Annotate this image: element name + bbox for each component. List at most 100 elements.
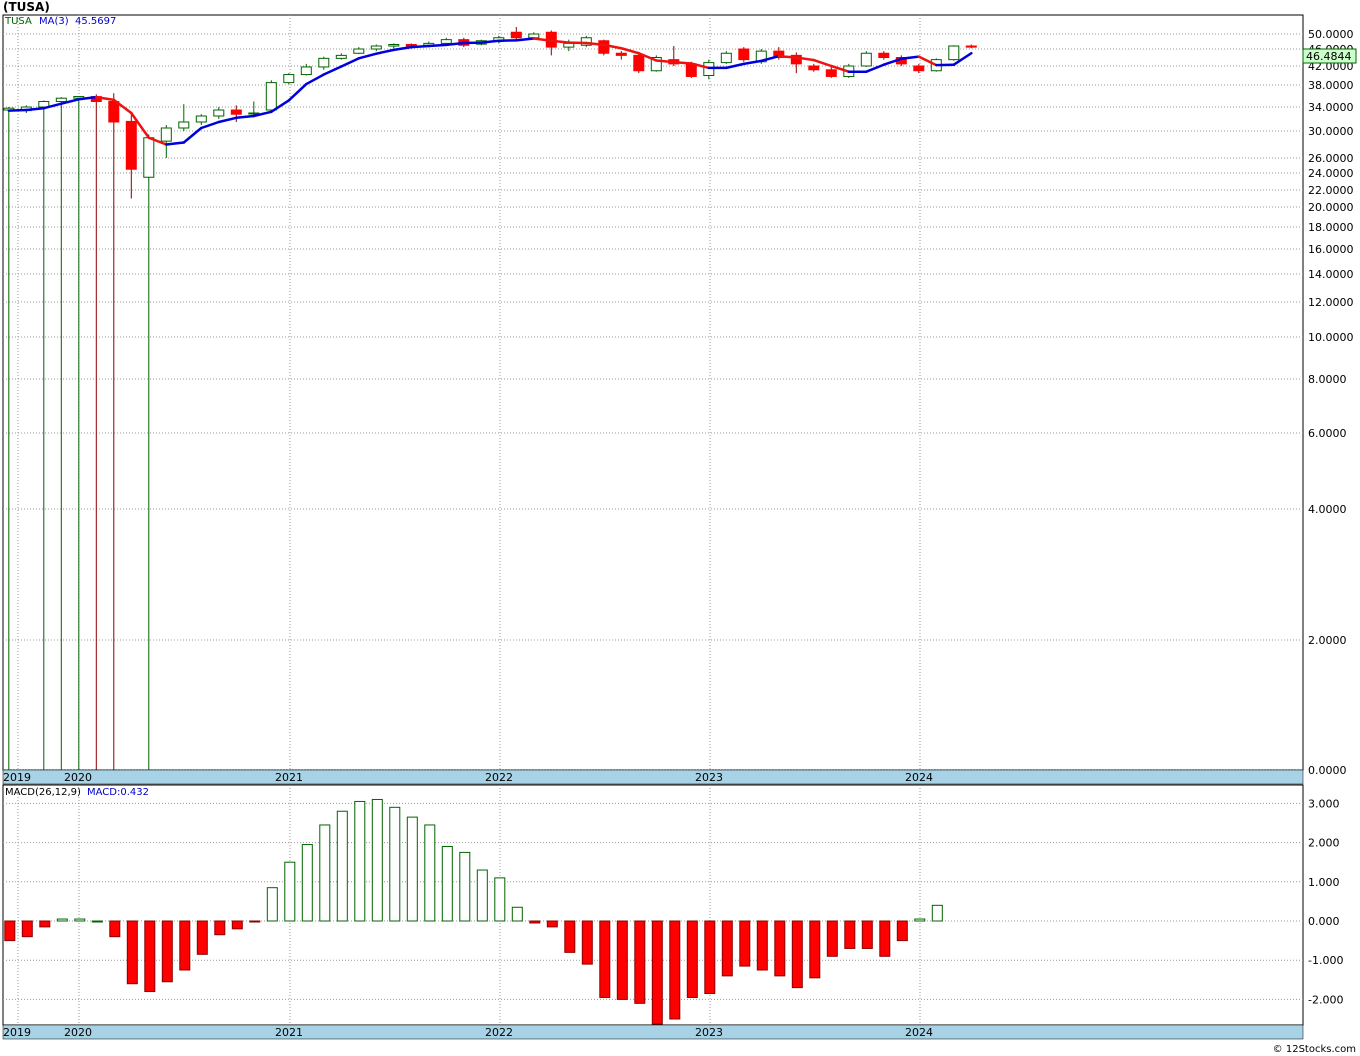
macd-y-tick-label: 1.000 bbox=[1308, 876, 1340, 889]
price-y-tick-label: 30.0000 bbox=[1308, 125, 1354, 138]
candle-body bbox=[125, 120, 137, 170]
macd-bar bbox=[389, 806, 401, 922]
macd-bar bbox=[564, 920, 576, 953]
price-y-tick-label: 26.0000 bbox=[1308, 152, 1354, 165]
last-price-label: 46.4844 bbox=[1306, 50, 1352, 63]
macd-bar bbox=[249, 920, 261, 923]
macd-bar bbox=[896, 920, 908, 942]
candle-body bbox=[108, 101, 120, 123]
macd-bar bbox=[756, 920, 768, 971]
candle-body bbox=[143, 137, 155, 178]
macd-bar bbox=[809, 920, 821, 979]
price-panel: 50.000046.000042.000038.000034.000030.00… bbox=[2, 14, 1357, 777]
chart-svg: 50.000046.000042.000038.000034.000030.00… bbox=[2, 14, 1357, 1040]
candle-body bbox=[965, 45, 977, 48]
macd-bar bbox=[914, 918, 926, 922]
macd-bar bbox=[21, 920, 33, 938]
candle-body bbox=[825, 69, 837, 77]
ma3-segment bbox=[655, 59, 676, 64]
macd-bar bbox=[336, 810, 348, 922]
price-y-tick-label: 14.0000 bbox=[1308, 268, 1354, 281]
macd-bar bbox=[4, 920, 16, 942]
ma3-segment bbox=[410, 44, 431, 49]
footer-credit: © 12Stocks.com bbox=[1272, 1044, 1356, 1055]
macd-x-tick-label: 2019 bbox=[3, 1026, 31, 1039]
price-x-tick-label: 2022 bbox=[485, 771, 513, 784]
macd-x-tick-label: 2023 bbox=[695, 1026, 723, 1039]
macd-bar bbox=[931, 904, 943, 922]
candle-body bbox=[510, 31, 522, 39]
macd-bar bbox=[74, 918, 86, 922]
price-y-tick-label: 4.0000 bbox=[1308, 503, 1347, 516]
candle-body bbox=[230, 109, 242, 115]
macd-bar bbox=[319, 824, 331, 922]
ma3-segment bbox=[7, 108, 28, 112]
candle-body bbox=[265, 82, 277, 111]
macd-bar bbox=[441, 846, 453, 922]
price-x-axis-band bbox=[2, 769, 1304, 785]
macd-bar bbox=[179, 920, 191, 971]
price-y-tick-label: 6.0000 bbox=[1308, 427, 1347, 440]
macd-x-tick-label: 2021 bbox=[275, 1026, 303, 1039]
macd-bar bbox=[529, 920, 541, 924]
macd-bar bbox=[704, 920, 716, 995]
price-y-ticks: 50.000046.000042.000038.000034.000030.00… bbox=[1308, 28, 1354, 777]
macd-x-axis-band bbox=[2, 1024, 1304, 1040]
macd-bar bbox=[494, 877, 506, 922]
price-y-tick-label: 18.0000 bbox=[1308, 221, 1354, 234]
macd-panel: 3.000 2.000 1.000 0.000 -1.000 -2.000 MACD(26… bbox=[2, 784, 1343, 1026]
candle-body bbox=[948, 45, 960, 61]
candle-body bbox=[335, 54, 347, 59]
candle-body bbox=[738, 48, 750, 61]
legend-ticker: TUSA bbox=[4, 16, 32, 27]
macd-bar bbox=[284, 861, 296, 922]
macd-bar bbox=[599, 920, 611, 998]
macd-bar bbox=[109, 920, 121, 938]
candle-body bbox=[195, 115, 207, 123]
macd-bar bbox=[616, 920, 628, 1000]
price-panel-frame bbox=[2, 14, 1304, 771]
candle-body bbox=[370, 45, 382, 50]
macd-bar bbox=[424, 824, 436, 922]
macd-bar bbox=[879, 920, 891, 957]
candle-body bbox=[178, 121, 190, 129]
macd-bar bbox=[669, 920, 681, 1020]
macd-y-tick-label: -1.000 bbox=[1308, 954, 1343, 967]
macd-bar bbox=[826, 920, 838, 957]
macd-bar bbox=[231, 920, 243, 930]
legend-ma-label: MA(3) bbox=[39, 16, 69, 27]
price-x-axis: 2019 2020 2021 2022 2023 2024 bbox=[2, 769, 1304, 785]
price-y-tick-label: 8.0000 bbox=[1308, 373, 1347, 386]
candle-body bbox=[598, 40, 610, 54]
ma3-segment bbox=[427, 43, 448, 48]
macd-bar bbox=[126, 920, 138, 985]
ma3-segment bbox=[777, 54, 798, 59]
candle-body bbox=[353, 48, 365, 54]
price-x-tick-label: 2019 bbox=[3, 771, 31, 784]
macd-bar bbox=[196, 920, 208, 955]
candle-body bbox=[913, 65, 925, 72]
candle-body bbox=[528, 33, 540, 39]
macd-y-tick-label: 3.000 bbox=[1308, 797, 1340, 810]
macd-bar bbox=[511, 906, 523, 922]
candle-body bbox=[55, 97, 67, 102]
price-y-tick-label: 20.0000 bbox=[1308, 201, 1354, 214]
macd-bar bbox=[91, 920, 103, 923]
macd-bar bbox=[459, 851, 471, 922]
macd-y-tick-label: 2.000 bbox=[1308, 837, 1340, 850]
price-y-tick-label: 50.0000 bbox=[1308, 28, 1354, 41]
candle-body bbox=[388, 44, 400, 47]
macd-bar bbox=[406, 816, 418, 922]
macd-x-tick-label: 2024 bbox=[905, 1026, 933, 1039]
macd-y-ticks: 3.000 2.000 1.000 0.000 -1.000 -2.000 bbox=[1308, 797, 1343, 1006]
macd-bar bbox=[56, 918, 68, 922]
macd-bar bbox=[861, 920, 873, 949]
macd-bar bbox=[651, 920, 663, 1025]
macd-bar bbox=[266, 887, 278, 922]
candle-body bbox=[633, 54, 645, 72]
macd-bar bbox=[161, 920, 173, 983]
candle-body bbox=[720, 52, 732, 64]
macd-bar bbox=[634, 920, 646, 1004]
price-y-tick-label: 12.0000 bbox=[1308, 296, 1354, 309]
macd-bar bbox=[39, 920, 51, 928]
